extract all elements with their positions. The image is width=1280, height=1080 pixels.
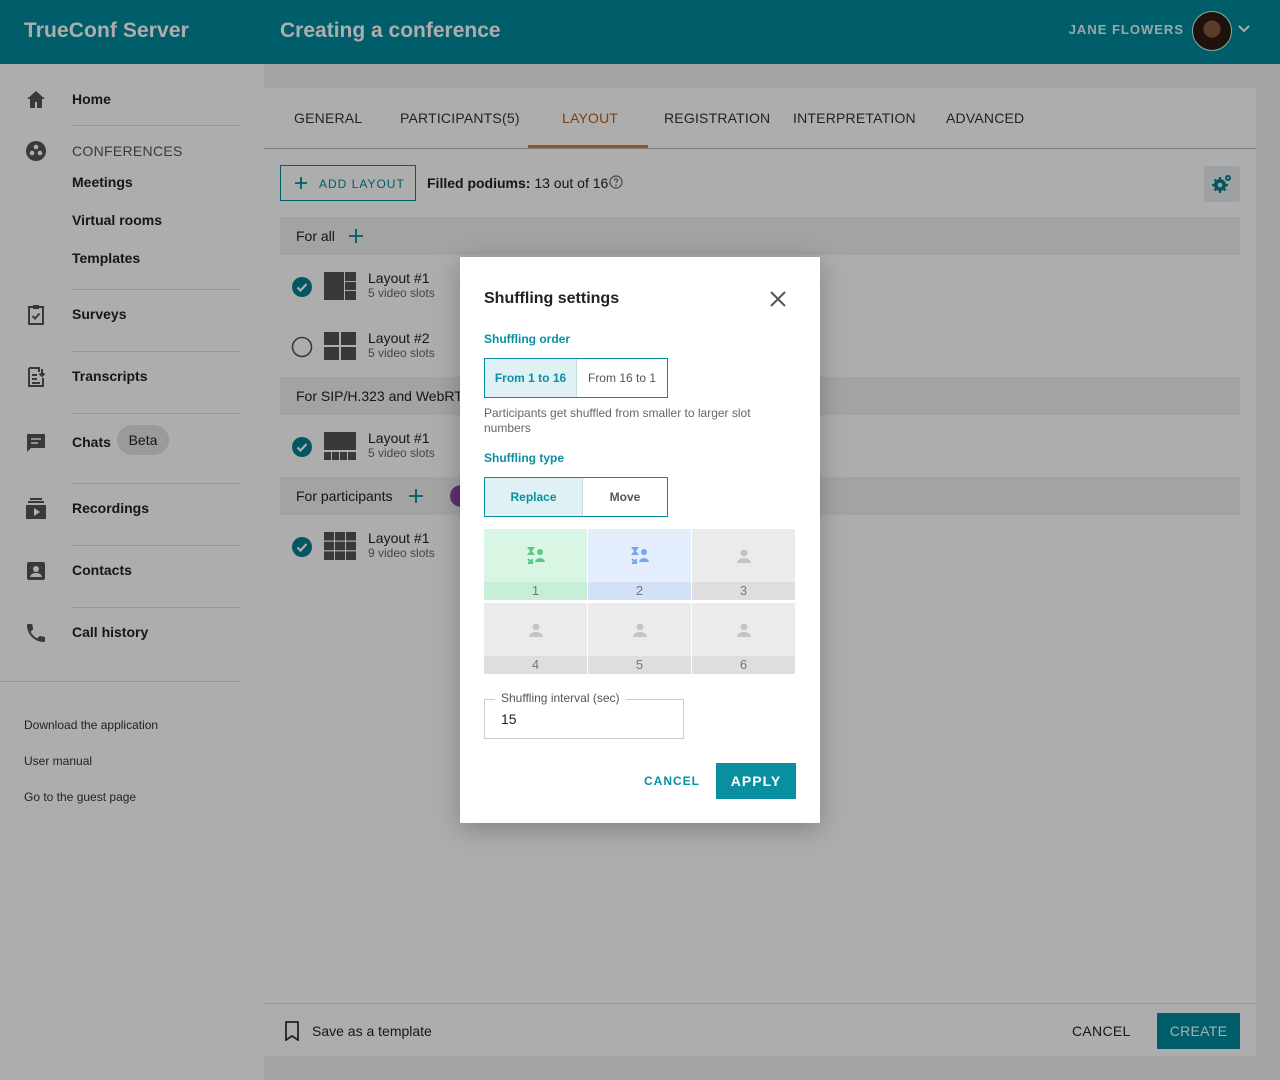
slot-number: 4 — [484, 656, 587, 674]
slot-cell[interactable]: 1 — [484, 529, 587, 600]
move-option[interactable]: Move — [583, 478, 667, 516]
shuffling-type-label: Shuffling type — [484, 451, 564, 465]
shuffling-interval-field[interactable]: Shuffling interval (sec) — [484, 691, 684, 739]
user-icon — [737, 623, 751, 637]
slot-cell[interactable]: 6 — [692, 603, 795, 674]
slot-cell[interactable]: 5 — [588, 603, 691, 674]
close-icon[interactable] — [768, 289, 788, 309]
slot-number: 5 — [588, 656, 691, 674]
user-icon — [529, 623, 543, 637]
replace-option[interactable]: Replace — [485, 478, 583, 516]
slot-number: 1 — [484, 582, 587, 600]
shuffling-interval-label: Shuffling interval (sec) — [495, 691, 626, 705]
slot-cell[interactable]: 4 — [484, 603, 587, 674]
user-icon — [737, 549, 751, 563]
shuffling-type-toggle: Replace Move — [484, 477, 668, 517]
slot-number: 3 — [692, 582, 795, 600]
apply-button[interactable]: APPLY — [716, 763, 796, 799]
swap-user-icon — [631, 547, 649, 564]
slot-number: 6 — [692, 656, 795, 674]
user-icon — [633, 623, 647, 637]
slot-cell[interactable]: 3 — [692, 529, 795, 600]
shuffling-interval-input[interactable] — [501, 711, 661, 727]
order-1-to-16-option[interactable]: From 1 to 16 — [485, 359, 577, 397]
shuffling-order-label: Shuffling order — [484, 332, 570, 346]
shuffling-order-toggle: From 1 to 16 From 16 to 1 — [484, 358, 668, 398]
slot-cell[interactable]: 2 — [588, 529, 691, 600]
slot-number: 2 — [588, 582, 691, 600]
shuffling-settings-dialog: Shuffling settings Shuffling order From … — [460, 257, 820, 823]
swap-user-icon — [527, 547, 545, 564]
dialog-title: Shuffling settings — [484, 290, 620, 307]
dialog-cancel-button[interactable]: CANCEL — [644, 774, 700, 788]
shuffling-order-description: Participants get shuffled from smaller t… — [484, 406, 751, 435]
slot-grid: 1 2 3 4 5 6 — [484, 529, 796, 675]
order-16-to-1-option[interactable]: From 16 to 1 — [577, 359, 667, 397]
